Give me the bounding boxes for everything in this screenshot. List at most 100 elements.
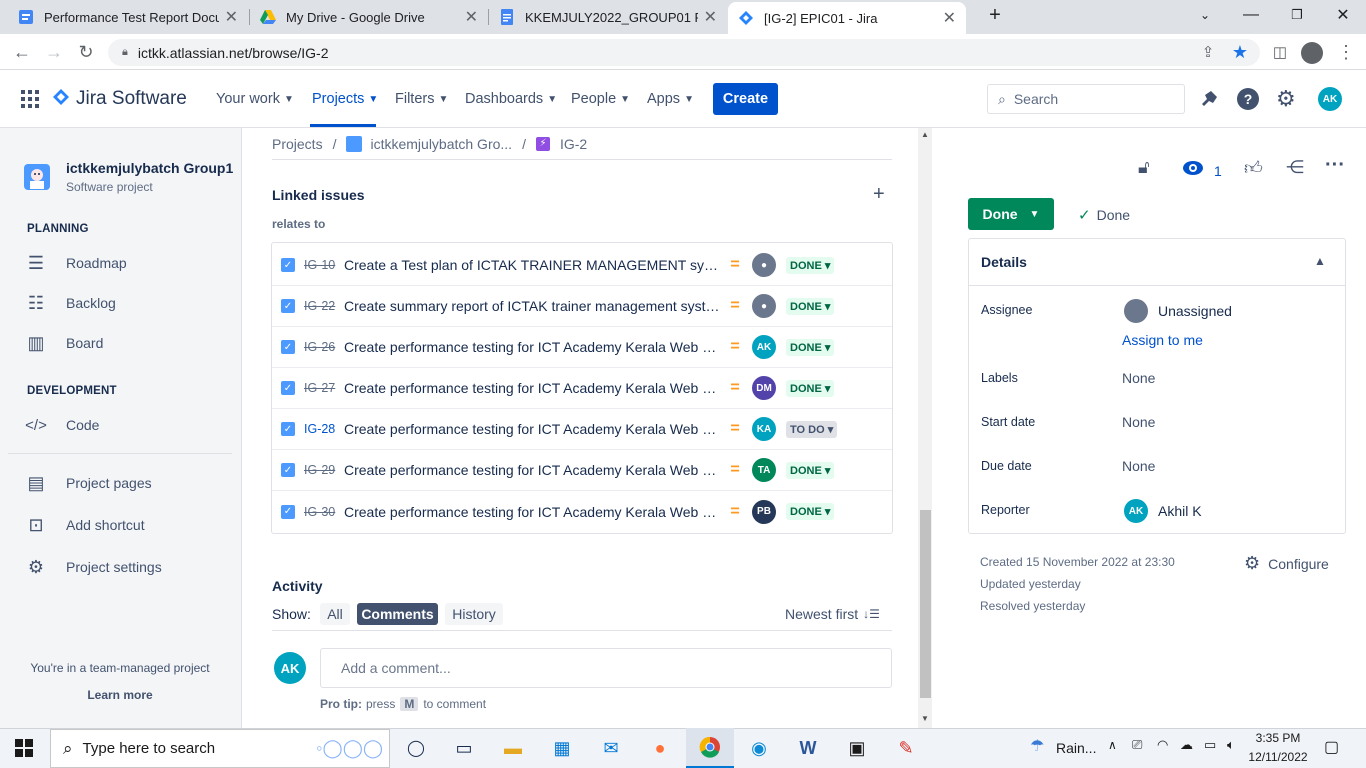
comment-input[interactable]: Add a comment... xyxy=(320,648,892,688)
close-icon[interactable]: ✕ xyxy=(465,7,478,27)
onedrive-icon[interactable]: ☁ xyxy=(1180,737,1193,753)
weather-icon[interactable]: ☂ xyxy=(1030,736,1044,756)
breadcrumb-project[interactable]: ictkkemjulybatch Gro... xyxy=(370,136,512,152)
share-icon[interactable]: ⇪ xyxy=(1196,40,1220,64)
due-date-value[interactable]: None xyxy=(1122,458,1155,474)
add-link-icon[interactable]: + xyxy=(873,183,885,206)
chevron-up-icon[interactable]: ▲ xyxy=(1314,254,1326,268)
meet-now-icon[interactable]: ⎚ xyxy=(1132,737,1142,753)
app-switcher-icon[interactable] xyxy=(20,89,40,109)
sidebar-item-project-pages[interactable]: ▤ Project pages xyxy=(24,468,151,498)
linked-issue-row[interactable]: ✓ IG-22 Create summary report of ICTAK tra… xyxy=(272,286,892,327)
forward-icon[interactable]: → xyxy=(42,40,66,64)
user-avatar[interactable]: AK xyxy=(1318,87,1342,111)
browser-tab[interactable]: My Drive - Google Drive ✕ xyxy=(250,0,488,34)
like-icon[interactable]: 👍︎ xyxy=(1244,157,1263,179)
help-icon[interactable]: ? xyxy=(1237,88,1259,110)
nav-dashboards[interactable]: Dashboards ▼ xyxy=(465,70,557,128)
lock-icon[interactable]: 🔓︎ xyxy=(1138,157,1150,178)
reload-icon[interactable]: ↻ xyxy=(74,40,98,64)
mail-icon[interactable]: ✉ xyxy=(587,728,635,768)
task-view-icon[interactable]: ▭ xyxy=(440,728,488,768)
close-window-icon[interactable]: ✕ xyxy=(1320,0,1366,30)
assignee-value[interactable]: Unassigned xyxy=(1158,303,1232,319)
labels-value[interactable]: None xyxy=(1122,370,1155,386)
chrome-icon[interactable] xyxy=(686,728,734,768)
sidebar-item-roadmap[interactable]: ☰ Roadmap xyxy=(24,248,127,278)
nav-people[interactable]: People ▼ xyxy=(571,70,630,128)
new-tab-icon[interactable]: + xyxy=(972,0,1018,30)
scroll-down-icon[interactable]: ▼ xyxy=(921,714,929,723)
linked-issue-row[interactable]: ✓ IG-28 Create performance testing for ICT… xyxy=(272,409,892,450)
linked-issue-row[interactable]: ✓ IG-30 Create performance testing for ICT… xyxy=(272,491,892,532)
linked-issue-row[interactable]: ✓ IG-27 Create performance testing for ICT… xyxy=(272,368,892,409)
more-actions-icon[interactable]: ··· xyxy=(1325,154,1345,177)
close-icon[interactable]: ✕ xyxy=(704,7,717,27)
learn-more-link[interactable]: Learn more xyxy=(0,688,240,702)
sidebar-item-add-shortcut[interactable]: ⊡ Add shortcut xyxy=(24,510,144,540)
sidebar-item-board[interactable]: ▥ Board xyxy=(24,328,103,358)
pen-app-icon[interactable]: ✎ xyxy=(882,728,930,768)
edge-icon[interactable]: ◉ xyxy=(735,728,783,768)
notification-center-icon[interactable]: ▢ xyxy=(1324,737,1339,757)
taskbar-search-input[interactable]: ⌕ Type here to search ◦◯◯◯ xyxy=(50,729,390,768)
tab-search-icon[interactable]: ⌄ xyxy=(1182,0,1228,30)
project-name[interactable]: ictkkemjulybatch Group1 xyxy=(66,160,233,176)
url-input[interactable]: 🔒︎ ictkk.atlassian.net/browse/IG-2 xyxy=(108,39,1260,66)
browser-tab-active[interactable]: [IG-2] EPIC01 - Jira ✕ xyxy=(728,2,966,34)
notifications-icon[interactable] xyxy=(1198,88,1220,110)
file-explorer-icon[interactable]: ▬ xyxy=(489,728,537,768)
nav-apps[interactable]: Apps ▼ xyxy=(647,70,694,128)
breadcrumb-issue[interactable]: IG-2 xyxy=(560,136,587,152)
linked-issue-row[interactable]: ✓ IG-29 Create performance testing for ICT… xyxy=(272,450,892,491)
linked-issue-row[interactable]: ✓ IG-10 Create a Test plan of ICTAK TRAINE… xyxy=(272,245,892,286)
cortana-icon[interactable]: ◯ xyxy=(392,728,440,768)
close-icon[interactable]: ✕ xyxy=(943,8,956,28)
jira-logo[interactable]: Jira Software xyxy=(52,86,187,112)
wifi-icon[interactable]: ◠ xyxy=(1157,737,1168,753)
firefox-icon[interactable]: ● xyxy=(636,728,684,768)
battery-icon[interactable]: ▭ xyxy=(1204,737,1216,753)
sidebar-item-backlog[interactable]: ☷ Backlog xyxy=(24,288,116,318)
create-button[interactable]: Create xyxy=(713,83,778,115)
browser-tab[interactable]: Performance Test Report Docume ✕ xyxy=(8,0,248,34)
breadcrumb-projects[interactable]: Projects xyxy=(272,136,323,152)
scroll-up-icon[interactable]: ▲ xyxy=(921,130,929,139)
status-transition-button[interactable]: Done ▼ xyxy=(968,198,1054,230)
reporter-value[interactable]: Akhil K xyxy=(1158,503,1202,519)
assign-to-me-link[interactable]: Assign to me xyxy=(1122,332,1203,348)
close-icon[interactable]: ✕ xyxy=(225,7,238,27)
restore-icon[interactable]: ❐ xyxy=(1274,0,1320,30)
bookmark-star-icon[interactable]: ★ xyxy=(1228,40,1252,64)
sort-button[interactable]: Newest first ↓☰ xyxy=(785,606,880,622)
filter-all-button[interactable]: All xyxy=(320,603,350,625)
nav-filters[interactable]: Filters ▼ xyxy=(395,70,448,128)
search-input[interactable]: ⌕ Search xyxy=(987,84,1185,114)
windows-start-icon[interactable] xyxy=(0,728,48,768)
filter-comments-button[interactable]: Comments xyxy=(357,603,438,625)
nav-your-work[interactable]: Your work ▼ xyxy=(216,70,294,128)
settings-gear-icon[interactable]: ⚙ xyxy=(1276,86,1296,112)
menu-kebab-icon[interactable]: ⋮ xyxy=(1334,40,1358,64)
word-icon[interactable]: W xyxy=(784,728,832,768)
weather-text[interactable]: Rain... xyxy=(1056,740,1096,756)
configure-button[interactable]: ⚙ Configure xyxy=(1244,553,1329,574)
back-icon[interactable]: ← xyxy=(10,40,34,64)
sidebar-item-project-settings[interactable]: ⚙ Project settings xyxy=(24,552,162,582)
clock-date[interactable]: 12/11/2022 xyxy=(1248,750,1308,764)
store-icon[interactable]: ▦ xyxy=(538,728,586,768)
linked-issue-row[interactable]: ✓ IG-26 Create performance testing for ICT… xyxy=(272,327,892,368)
minimize-icon[interactable]: — xyxy=(1228,0,1274,30)
volume-icon[interactable]: 🔈︎ xyxy=(1227,737,1235,753)
start-date-value[interactable]: None xyxy=(1122,414,1155,430)
nav-projects[interactable]: Projects ▼ xyxy=(312,70,378,128)
share-icon[interactable]: ⋲ xyxy=(1286,157,1304,178)
clock-time[interactable]: 3:35 PM xyxy=(1252,731,1304,745)
profile-avatar[interactable] xyxy=(1301,42,1323,64)
browser-tab[interactable]: KKEMJULY2022_GROUP01 PERFO ✕ xyxy=(489,0,727,34)
watch-button[interactable]: 1 xyxy=(1182,158,1222,183)
scrollbar-thumb[interactable] xyxy=(920,510,931,698)
sidebar-item-code[interactable]: </> Code xyxy=(24,410,99,440)
side-panel-icon[interactable]: ◫ xyxy=(1268,40,1292,64)
filter-history-button[interactable]: History xyxy=(445,603,503,625)
